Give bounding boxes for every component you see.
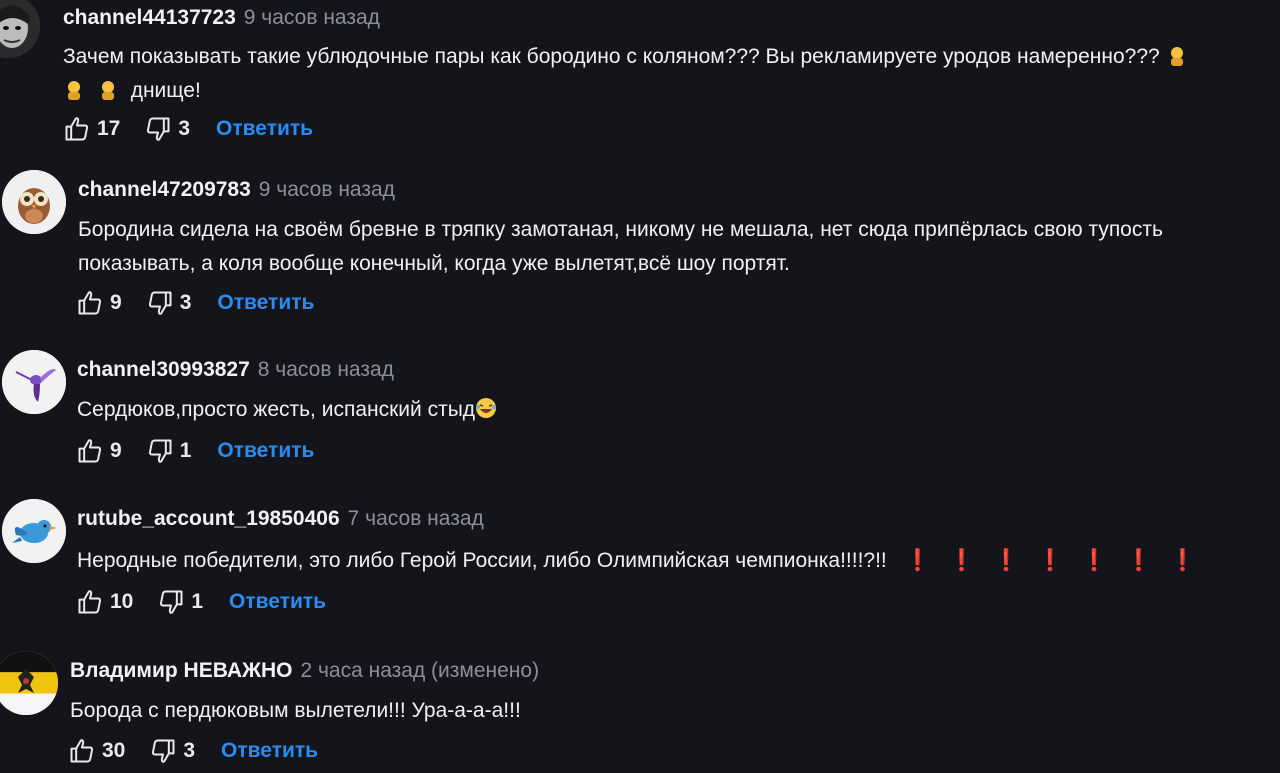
exclamation-emoji: ❗ [904,549,931,572]
like-button[interactable]: 10 [76,588,157,616]
timestamp: 2 часа назад (изменено) [300,659,540,682]
username[interactable]: Владимир НЕВАЖНО [70,659,292,682]
like-count: 9 [110,439,122,462]
dislike-count: 3 [178,117,191,140]
joker-avatar-icon [0,0,40,58]
comment-header: rutube_account_19850406 7 часов назад [77,505,484,533]
thumbs-up-icon [78,291,102,315]
hummingbird-avatar-icon [2,350,66,414]
reply-button[interactable]: Ответить [221,739,318,763]
exclamation-emoji: ❗ [1125,549,1152,572]
comment-actions: 9 3 Ответить [76,288,314,318]
reply-button[interactable]: Ответить [229,590,326,614]
comment-text: Бородина сидела на своём бревне в тряпку… [78,213,1163,281]
comment-text-line: показывать, а коля вообще конечный, когд… [78,252,790,275]
comment-text: Борода с пердюковым вылетели!!! Ура-а-а-… [70,694,521,728]
comment-header: channel44137723 9 часов назад [63,4,380,32]
username[interactable]: channel30993827 [77,358,250,381]
dislike-button[interactable]: 1 [146,437,216,465]
comment-header: Владимир НЕВАЖНО 2 часа назад (изменено) [70,657,539,685]
like-button[interactable]: 17 [63,115,144,143]
comment-actions: 30 3 Ответить [68,736,318,766]
comment-text-line: Сердюков,просто жесть, испанский стыд [77,398,476,421]
person-facepalming-emoji-icon [68,81,80,100]
comment-text-line: Борода с пердюковым вылетели!!! Ура-а-а-… [70,699,521,722]
comment-text: Зачем показывать такие ублюдочные пары к… [63,40,1188,108]
timestamp: 9 часов назад [243,6,380,29]
comment-actions: 9 1 Ответить [76,436,314,466]
avatar[interactable] [2,499,66,563]
thumbs-down-icon [160,590,183,614]
comment-text: Сердюков,просто жесть, испанский стыд [77,393,497,427]
thumbs-down-icon [148,439,172,463]
comment-text-line: Зачем показывать такие ублюдочные пары к… [63,45,1160,68]
dislike-button[interactable]: 1 [157,588,227,616]
thumbs-down-icon [148,291,172,315]
thumbs-down-icon [152,739,175,763]
imperial-flag-avatar-icon [0,651,58,715]
reply-button[interactable]: Ответить [216,117,313,141]
dislike-count: 3 [183,739,196,762]
dislike-button[interactable]: 3 [146,289,216,317]
exclamation-emoji: ❗ [993,549,1020,572]
dislike-count: 1 [191,590,204,613]
like-button[interactable]: 9 [76,289,146,317]
exclamation-emoji: ❗ [948,549,976,572]
thumbs-up-icon [78,439,102,463]
thumbs-up-icon [78,590,102,614]
avatar[interactable] [0,651,58,715]
avatar[interactable] [2,170,66,234]
dislike-button[interactable]: 3 [149,737,219,765]
like-count: 10 [110,590,134,613]
username[interactable]: channel47209783 [78,178,251,201]
comment-text: Неродные победители, это либо Герой Росс… [77,544,1196,578]
owl-avatar-icon [2,170,66,234]
exclamation-emoji: ❗ [1037,549,1064,572]
like-count: 9 [110,291,122,314]
exclamation-emoji: ❗ [1169,549,1196,572]
username[interactable]: rutube_account_19850406 [77,507,340,530]
like-button[interactable]: 9 [76,437,146,465]
comment-actions: 17 3 Ответить [63,114,313,144]
timestamp: 7 часов назад [347,507,484,530]
bird-avatar-icon [2,499,66,563]
comment-text-line: Бородина сидела на своём бревне в тряпку… [78,218,1163,241]
thumbs-up-icon [70,739,94,763]
thumbs-down-icon [147,117,170,141]
like-count: 30 [102,739,126,762]
username[interactable]: channel44137723 [63,6,236,29]
timestamp: 9 часов назад [258,178,395,201]
person-facepalming-emoji-icon [1170,47,1183,66]
avatar[interactable] [2,350,66,414]
person-facepalming-emoji-icon [101,81,114,100]
dislike-count: 1 [179,439,192,462]
comment-text-line: днище! [130,79,201,102]
comment-text-line: Неродные победители, это либо Герой Росс… [77,549,887,572]
laughing-emoji-icon [476,398,497,418]
reply-button[interactable]: Ответить [217,291,314,315]
exclamation-emoji: ❗ [1081,549,1108,572]
avatar[interactable] [0,0,40,58]
like-button[interactable]: 30 [68,737,149,765]
like-count: 17 [97,117,121,140]
comment-header: channel47209783 9 часов назад [78,176,395,204]
dislike-count: 3 [179,291,192,314]
reply-button[interactable]: Ответить [217,439,314,463]
dislike-button[interactable]: 3 [144,115,214,143]
thumbs-up-icon [65,117,89,141]
timestamp: 8 часов назад [257,358,394,381]
comment-actions: 10 1 Ответить [76,587,326,617]
comment-header: channel30993827 8 часов назад [77,356,394,384]
